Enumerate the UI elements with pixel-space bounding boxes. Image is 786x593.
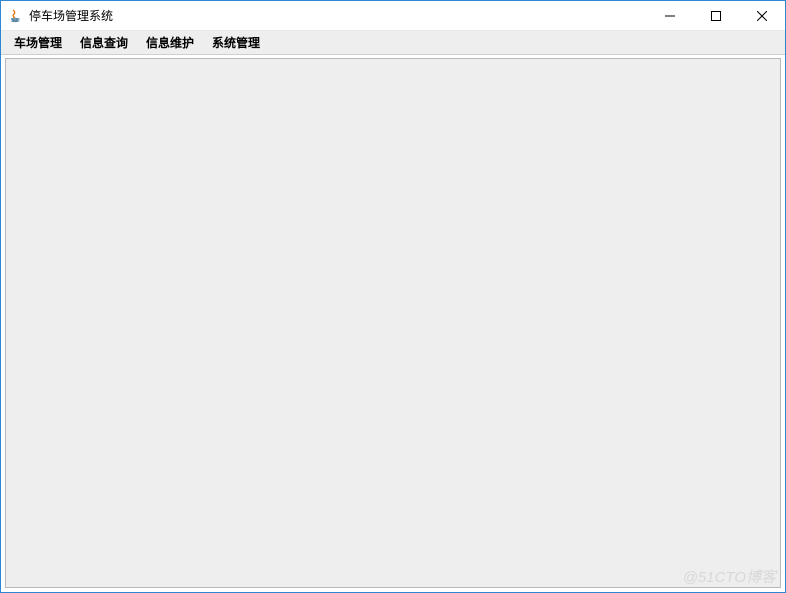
window-controls (647, 1, 785, 30)
menu-info-query[interactable]: 信息查询 (71, 31, 137, 54)
menubar: 车场管理 信息查询 信息维护 系统管理 (1, 31, 785, 55)
menu-info-maintenance[interactable]: 信息维护 (137, 31, 203, 54)
window-title: 停车场管理系统 (29, 7, 647, 24)
menu-system-management[interactable]: 系统管理 (203, 31, 269, 54)
maximize-button[interactable] (693, 1, 739, 30)
titlebar: 停车场管理系统 (1, 1, 785, 31)
java-icon (7, 8, 23, 24)
application-window: 停车场管理系统 车场管理 信息查询 信息维护 系统管理 (0, 0, 786, 593)
menu-parking-management[interactable]: 车场管理 (5, 31, 71, 54)
close-button[interactable] (739, 1, 785, 30)
content-area (5, 58, 781, 588)
minimize-button[interactable] (647, 1, 693, 30)
